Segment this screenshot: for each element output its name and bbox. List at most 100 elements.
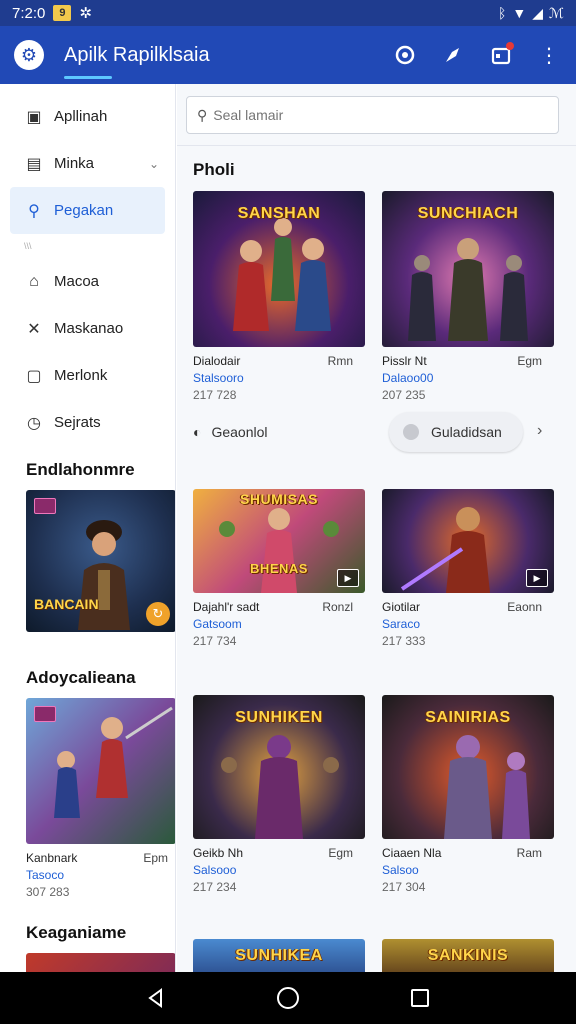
sidebar-item-label: Merlonk: [54, 367, 108, 384]
game-meta: Dajahl'r sadt Ronzl Gatsoom 217 734: [193, 599, 365, 650]
chevron-down-icon[interactable]: ⌄: [149, 157, 159, 171]
game-count: 217 734: [193, 634, 237, 648]
featured-game-card[interactable]: [26, 698, 175, 844]
sidebar-item-label: Minka: [54, 155, 95, 172]
game-card[interactable]: SHUMISAS BHENAS ▶ Dajahl'r sadt Ronzl Ga…: [193, 489, 365, 650]
home-icon[interactable]: [273, 983, 303, 1013]
signal-icon: ◢: [532, 4, 544, 21]
sidebar-item-label: Apllinah: [54, 108, 108, 125]
game-tag: Ronzl: [322, 600, 353, 614]
game-thumbnail[interactable]: ▶: [382, 489, 554, 593]
more-icon[interactable]: ⋮: [536, 42, 562, 68]
sidebar-item-merlonk[interactable]: ▢ Merlonk: [0, 352, 175, 399]
game-card[interactable]: SANKINIS: [382, 939, 554, 972]
recents-icon[interactable]: [405, 983, 435, 1013]
game-thumbnail-title: SUNCHIACH: [417, 205, 519, 222]
game-publisher[interactable]: Tasoco: [26, 867, 175, 884]
game-count: 217 304: [382, 880, 426, 894]
back-icon[interactable]: [141, 983, 171, 1013]
gear-icon[interactable]: ⚙: [14, 40, 44, 70]
filter-chip[interactable]: Guladidsan: [389, 412, 523, 452]
game-tag: Ram: [516, 846, 542, 860]
game-publisher[interactable]: Saraco: [382, 616, 554, 633]
game-thumbnail[interactable]: SUNCHIACH: [382, 191, 554, 347]
game-thumbnail[interactable]: SANKINIS: [382, 939, 554, 972]
system-nav-bar: [0, 972, 576, 1024]
notification-dot: [506, 42, 514, 50]
person-icon: ⚲: [28, 202, 40, 220]
play-icon[interactable]: ▶: [337, 569, 359, 587]
game-tag: Egm: [517, 354, 542, 368]
search-bar[interactable]: ⚲: [186, 96, 559, 134]
game-card[interactable]: SAINIRIAS Ciaaen Nla Ram Salsoo 217 304: [382, 695, 554, 896]
game-card[interactable]: SUNHIKEN Geikb Nh Egm Salsooo 217 234: [193, 695, 365, 896]
game-thumbnail[interactable]: SHUMISAS BHENAS ▶: [193, 489, 365, 593]
section-title: Pholi: [193, 160, 235, 179]
game-card[interactable]: SANSHAN Dialodair Rmn Stalsooro 217 728: [193, 191, 365, 404]
sidebar-item-maskanao[interactable]: ✕ Maskanao: [0, 305, 175, 352]
game-publisher[interactable]: Gatsoom: [193, 616, 365, 633]
tool-icon: ✕: [27, 320, 41, 338]
sidebar-separator: \\\: [24, 241, 32, 251]
sidebar-item-label: Macoa: [54, 273, 100, 290]
sidebar-item-sejrats[interactable]: ◷ Sejrats: [0, 399, 175, 446]
battery-text: ℳ: [549, 4, 564, 21]
filter-label: Geaonlol: [211, 424, 268, 440]
lock-icon[interactable]: [392, 42, 418, 68]
loading-icon: ◐: [193, 424, 202, 440]
game-thumbnail[interactable]: SUNHIKEA: [193, 939, 365, 972]
sidebar-item-apllinah[interactable]: ▣ Apllinah: [0, 93, 175, 140]
search-icon: ⚲: [197, 106, 208, 123]
sidebar-section-heading: Keaganiame: [26, 923, 127, 942]
game-count: 217 333: [382, 634, 426, 648]
featured-game-card[interactable]: BANCAIN ↻: [26, 490, 175, 632]
sidebar-section-heading: Adoycalieana: [26, 668, 136, 687]
sidebar-item-pegakan[interactable]: ⚲ Pegakan: [10, 187, 165, 234]
game-thumbnail[interactable]: SAINIRIAS: [382, 695, 554, 839]
search-input[interactable]: [213, 107, 558, 123]
refresh-icon[interactable]: ↻: [146, 602, 170, 626]
game-card[interactable]: ▶ Giotilar Eaonn Saraco 217 333: [382, 489, 554, 650]
game-card[interactable]: SUNCHIACH Pisslr Nt Egm Dalaoo00 207 235: [382, 191, 554, 404]
settings-icon: ✲: [79, 5, 92, 22]
sidebar-item-macoa[interactable]: ⌂ Macoa: [0, 258, 175, 305]
game-card[interactable]: SUNHIKEA: [193, 939, 365, 972]
calendar-icon[interactable]: [488, 42, 514, 68]
status-bar: 7:2:0 9 ✲ ᛒ ▼ ◢ ℳ: [0, 0, 576, 26]
game-thumbnail-title: SHUMISAS: [240, 491, 318, 507]
character-art: [54, 706, 173, 818]
game-count: 207 235: [382, 388, 426, 402]
game-tag: Egm: [328, 846, 353, 860]
home-icon: ⌂: [29, 272, 39, 290]
pin-icon[interactable]: [440, 42, 466, 68]
game-meta: Ciaaen Nla Ram Salsoo 217 304: [382, 845, 554, 896]
game-thumbnail-title: SUNHIKEN: [235, 709, 323, 726]
game-publisher[interactable]: Dalaoo00: [382, 370, 554, 387]
game-publisher[interactable]: Stalsooro: [193, 370, 365, 387]
chip-icon: [403, 424, 419, 440]
sidebar-item-label: Maskanao: [54, 320, 124, 337]
game-publisher[interactable]: Salsoo: [382, 862, 554, 879]
game-tag: Epm: [143, 851, 168, 865]
wifi-icon: ▼: [512, 5, 527, 21]
game-thumbnail[interactable]: SUNHIKEN: [193, 695, 365, 839]
game-count: 217 728: [193, 388, 237, 402]
game-meta: Kanbnark Epm Tasoco 307 283: [0, 850, 175, 901]
sidebar-item-label: Pegakan: [54, 202, 114, 219]
sidebar-item-minka[interactable]: ▤ Minka ⌄: [0, 140, 175, 187]
chevron-right-icon[interactable]: ›: [537, 422, 542, 440]
status-time: 7:2:0: [12, 4, 46, 22]
game-tag: Rmn: [327, 354, 353, 368]
filter-toggle[interactable]: ◐ Geaonlol: [193, 424, 268, 440]
play-icon[interactable]: ▶: [526, 569, 548, 587]
game-meta: Geikb Nh Egm Salsooo 217 234: [193, 845, 365, 896]
sidebar-item-label: Sejrats: [54, 414, 101, 431]
featured-game-card[interactable]: [26, 953, 175, 972]
game-publisher[interactable]: Salsooo: [193, 862, 365, 879]
image-icon: ▣: [26, 108, 42, 126]
sidebar: ▣ Apllinah ▤ Minka ⌄ ⚲ Pegakan \\\ ⌂ Mac…: [0, 84, 176, 972]
game-thumbnail[interactable]: SANSHAN: [193, 191, 365, 347]
featured-game-title: BANCAIN: [34, 596, 99, 612]
chip-label: Guladidsan: [431, 424, 502, 440]
game-meta: Giotilar Eaonn Saraco 217 333: [382, 599, 554, 650]
